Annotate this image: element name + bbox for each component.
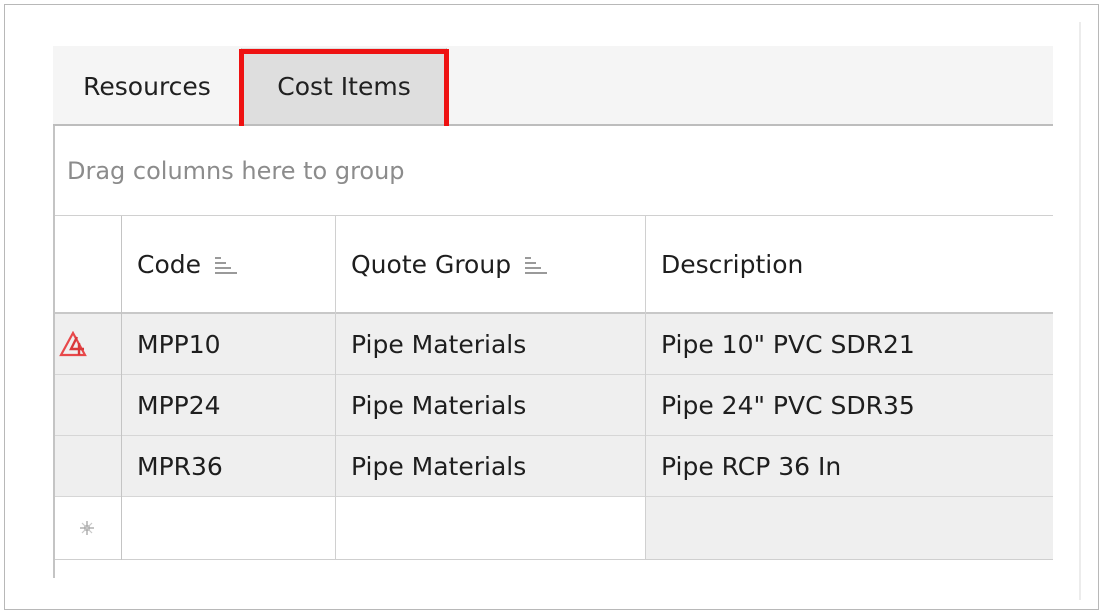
cell-description[interactable]: Pipe 24" PVC SDR35 bbox=[645, 375, 1053, 435]
column-divider bbox=[121, 216, 122, 560]
cell-quote-group[interactable]: Pipe Materials bbox=[335, 314, 645, 374]
cell-code[interactable]: MPR36 bbox=[121, 436, 335, 496]
data-grid: Drag columns here to group Code Quote Gr… bbox=[53, 126, 1053, 578]
column-divider bbox=[645, 216, 646, 560]
sort-lines-icon bbox=[525, 255, 548, 274]
table-row[interactable]: MPP24 Pipe Materials Pipe 24" PVC SDR35 bbox=[55, 375, 1053, 436]
cell-quote-group[interactable]: Pipe Materials bbox=[335, 375, 645, 435]
cell-description[interactable]: Pipe RCP 36 In bbox=[645, 436, 1053, 496]
warning-triangle-icon bbox=[59, 331, 87, 357]
grid-header-row: Code Quote Group Description bbox=[55, 216, 1053, 314]
tab-strip: Resources Cost Items bbox=[53, 46, 1053, 126]
cell-code[interactable]: MPP10 bbox=[121, 314, 335, 374]
new-row-asterisk-icon bbox=[80, 521, 94, 535]
group-by-panel[interactable]: Drag columns here to group bbox=[55, 126, 1053, 216]
tab-resources[interactable]: Resources bbox=[53, 48, 241, 124]
cell-code[interactable]: MPP24 bbox=[121, 375, 335, 435]
tab-cost-items[interactable]: Cost Items bbox=[241, 48, 447, 124]
cell-quote-group[interactable]: Pipe Materials bbox=[335, 436, 645, 496]
column-header-code-label: Code bbox=[137, 249, 202, 279]
sort-lines-icon bbox=[215, 255, 238, 274]
tab-cost-items-label: Cost Items bbox=[277, 71, 411, 101]
cell-description[interactable]: Pipe 10" PVC SDR21 bbox=[645, 314, 1053, 374]
column-header-quote-group[interactable]: Quote Group bbox=[335, 216, 645, 312]
table-row[interactable]: MPR36 Pipe Materials Pipe RCP 36 In bbox=[55, 436, 1053, 497]
column-header-code[interactable]: Code bbox=[121, 216, 335, 312]
column-header-description[interactable]: Description bbox=[645, 216, 1053, 312]
group-by-hint: Drag columns here to group bbox=[67, 156, 405, 185]
new-row-indicator bbox=[55, 497, 121, 559]
new-row-input-area[interactable] bbox=[121, 497, 645, 559]
new-item-row[interactable] bbox=[55, 497, 1053, 560]
panel-divider bbox=[1079, 22, 1081, 600]
column-header-description-label: Description bbox=[661, 249, 804, 279]
table-row[interactable]: MPP10 Pipe Materials Pipe 10" PVC SDR21 bbox=[55, 314, 1053, 375]
column-header-quote-group-label: Quote Group bbox=[351, 249, 512, 279]
row-indicator bbox=[55, 314, 121, 374]
column-divider bbox=[335, 216, 336, 560]
new-row-description-cell[interactable] bbox=[645, 497, 1053, 559]
tab-resources-label: Resources bbox=[83, 71, 211, 101]
